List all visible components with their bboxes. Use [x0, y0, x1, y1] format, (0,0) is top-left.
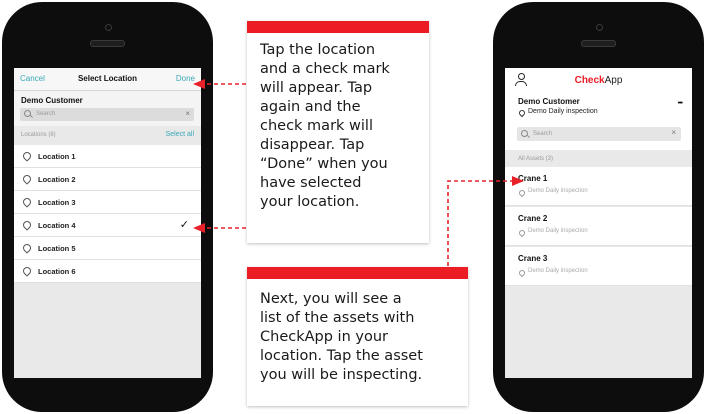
asset-row-3[interactable]: Crane 3 Demo Daily inspection — [505, 247, 692, 286]
location-row-4[interactable]: Location 4 ✓ — [14, 214, 201, 237]
left-screen: Cancel Select Location Done Demo Custome… — [14, 68, 201, 378]
location-pin-icon — [517, 108, 527, 118]
location-row-3[interactable]: Location 3 — [14, 191, 201, 214]
customer-name: Demo Customer — [518, 97, 580, 106]
location-label: Location 6 — [38, 267, 76, 276]
location-row-1[interactable]: Location 1 — [14, 145, 201, 168]
search-input[interactable]: Search × — [517, 127, 681, 141]
customer-name: Demo Customer — [21, 96, 83, 105]
callout-location-instructions: Tap the location and a check mark will a… — [247, 21, 429, 243]
asset-name: Crane 3 — [518, 254, 548, 263]
search-placeholder: Search — [36, 111, 56, 117]
close-icon[interactable]: × — [185, 109, 190, 118]
location-row-2[interactable]: Location 2 — [14, 168, 201, 191]
location-pin-icon — [517, 188, 527, 198]
callout-accent-bar — [247, 21, 429, 33]
locations-count: Locations (6) — [21, 132, 56, 138]
location-label: Location 5 — [38, 244, 76, 253]
asset-subtitle: Demo Daily inspection — [528, 228, 588, 234]
callout-assets-instructions: Next, you will see a list of the assets … — [247, 267, 468, 406]
page-title: Select Location — [77, 74, 138, 83]
assets-count: All Assets (3) — [518, 156, 554, 162]
speaker-grille — [90, 40, 125, 47]
left-phone: Cancel Select Location Done Demo Custome… — [2, 2, 213, 412]
nav-header: Cancel Select Location Done — [14, 68, 201, 91]
location-label: Location 1 — [38, 152, 76, 161]
close-icon[interactable]: × — [671, 128, 676, 137]
search-input[interactable]: Search × — [20, 108, 194, 121]
location-label: Location 2 — [38, 175, 76, 184]
inspection-name: Demo Daily inspection — [528, 108, 598, 115]
search-placeholder: Search — [533, 131, 553, 137]
location-pin-icon — [21, 265, 33, 277]
location-pin-icon — [517, 228, 527, 238]
brand-check: Check — [574, 75, 605, 86]
asset-name: Crane 1 — [518, 174, 548, 183]
location-pin-icon — [21, 242, 33, 254]
asset-row-2[interactable]: Crane 2 Demo Daily inspection — [505, 207, 692, 246]
location-pin-icon — [21, 173, 33, 185]
callout-text: Tap the location and a check mark will a… — [260, 42, 390, 210]
select-all-button[interactable]: Select all — [166, 131, 194, 138]
callout-text: Next, you will see a list of the assets … — [260, 291, 423, 383]
location-pin-icon — [517, 268, 527, 278]
more-options-button[interactable]: ••• — [678, 100, 683, 107]
camera-dot — [105, 24, 112, 31]
location-label: Location 4 — [38, 221, 76, 230]
asset-subtitle: Demo Daily inspection — [528, 188, 588, 194]
checkmark-icon: ✓ — [179, 219, 189, 231]
right-screen: CheckApp Demo Customer Demo Daily inspec… — [505, 68, 692, 378]
location-pin-icon — [21, 196, 33, 208]
done-button[interactable]: Done — [176, 74, 195, 83]
callout-accent-bar — [247, 267, 468, 279]
location-label: Location 3 — [38, 198, 76, 207]
location-pin-icon — [21, 150, 33, 162]
asset-subtitle: Demo Daily inspection — [528, 268, 588, 274]
location-pin-icon — [21, 219, 33, 231]
asset-name: Crane 2 — [518, 214, 548, 223]
customer-panel: Demo Customer Search × — [14, 91, 201, 126]
brand-app: App — [604, 75, 623, 86]
app-logo: CheckApp — [505, 75, 692, 86]
asset-row-1[interactable]: Crane 1 Demo Daily inspection — [505, 167, 692, 206]
camera-dot — [596, 24, 603, 31]
location-row-6[interactable]: Location 6 — [14, 260, 201, 283]
right-phone: CheckApp Demo Customer Demo Daily inspec… — [493, 2, 704, 412]
location-row-5[interactable]: Location 5 — [14, 237, 201, 260]
speaker-grille — [581, 40, 616, 47]
app-header: CheckApp Demo Customer Demo Daily inspec… — [505, 68, 692, 150]
